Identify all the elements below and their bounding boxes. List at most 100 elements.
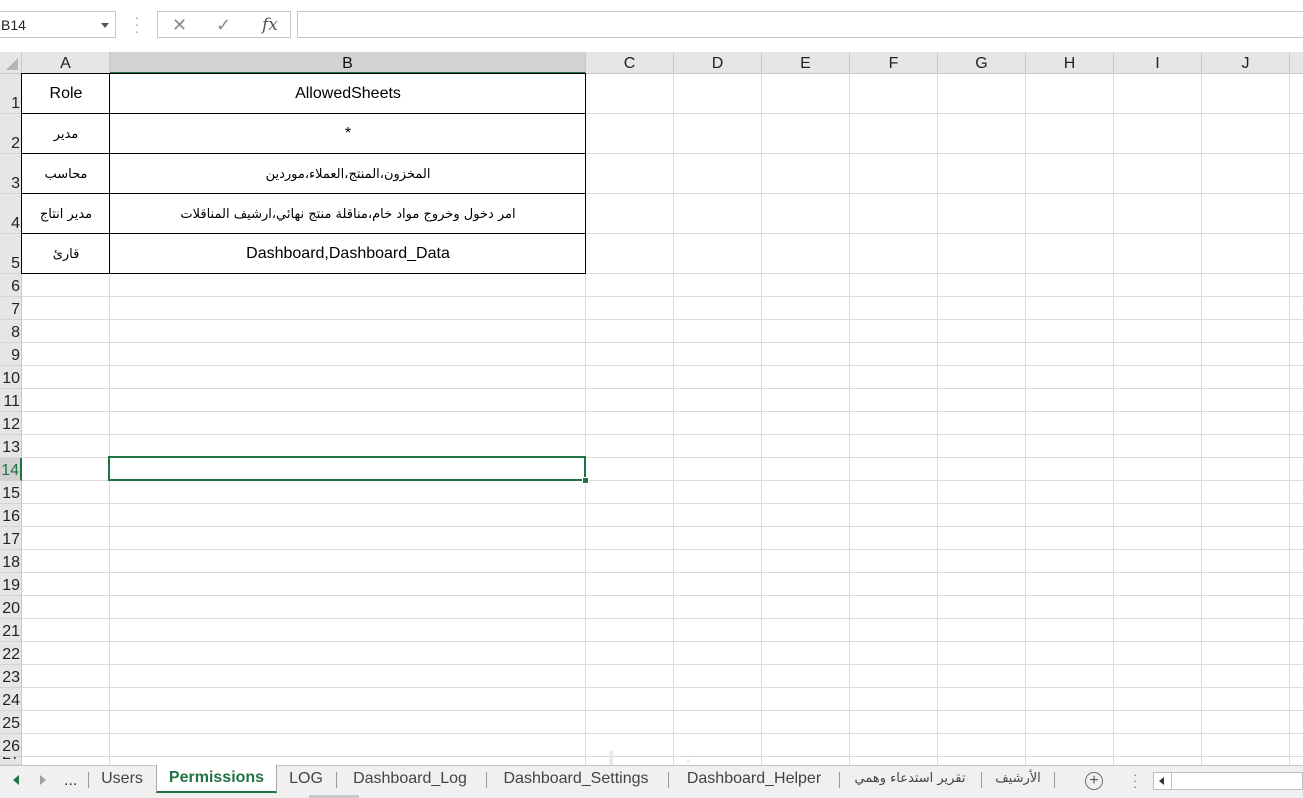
tab-separator (88, 772, 89, 788)
column-header-a[interactable]: A (22, 52, 110, 74)
gridline (22, 572, 1303, 573)
select-all-icon (6, 58, 18, 70)
tab-fake-recall-report[interactable]: تقرير استدعاء وهمي (843, 766, 977, 792)
row-header-27[interactable]: 27 (0, 757, 22, 765)
gridline (22, 618, 1303, 619)
row-header-4[interactable]: 4 (0, 194, 22, 234)
row-header-25[interactable]: 25 (0, 711, 22, 734)
tab-archive[interactable]: الأرشيف (985, 766, 1051, 792)
row-header-9[interactable]: 9 (0, 343, 22, 366)
add-sheet-icon[interactable]: + (1085, 772, 1103, 790)
spreadsheet-grid[interactable]: A B C D E F G H I J 1 2 3 4 5 6 7 8 9 10 11 12 13 14 15 16 17 18 19 2… (0, 52, 1303, 765)
cell-b5[interactable]: Dashboard,Dashboard_Data (110, 234, 586, 274)
column-header-f[interactable]: F (850, 52, 938, 74)
column-header-partial[interactable] (1290, 52, 1303, 74)
row-header-3[interactable]: 3 (0, 154, 22, 194)
gridline (22, 342, 1303, 343)
cell-a4[interactable]: مدير انتاج (22, 194, 110, 234)
tab-permissions[interactable]: Permissions (156, 765, 277, 793)
row-header-24[interactable]: 24 (0, 688, 22, 711)
tab-log[interactable]: LOG (281, 766, 331, 792)
column-header-h[interactable]: H (1026, 52, 1114, 74)
row-header-12[interactable]: 12 (0, 412, 22, 435)
name-box-value: B14 (1, 17, 26, 33)
column-header-b[interactable]: B (110, 52, 586, 74)
column-header-e[interactable]: E (762, 52, 850, 74)
row-header-2[interactable]: 2 (0, 114, 22, 154)
row-header-17[interactable]: 17 (0, 527, 22, 550)
scroll-tabs-left-icon[interactable] (13, 775, 19, 785)
column-header-i[interactable]: I (1114, 52, 1202, 74)
select-all-corner[interactable] (0, 52, 22, 74)
gridline (1201, 74, 1202, 765)
row-header-15[interactable]: 15 (0, 481, 22, 504)
gridline (761, 74, 762, 765)
column-header-j[interactable]: J (1202, 52, 1290, 74)
name-box[interactable]: B14 (0, 11, 116, 38)
cell-a1[interactable]: Role (22, 74, 110, 114)
scroll-tabs-right-icon[interactable] (40, 775, 46, 785)
cell-b2[interactable]: * (110, 114, 586, 154)
tab-dashboard-helper[interactable]: Dashboard_Helper (672, 766, 836, 792)
horizontal-scrollbar[interactable] (1153, 772, 1303, 790)
row-header-16[interactable]: 16 (0, 504, 22, 527)
gridline (22, 549, 1303, 550)
tab-users[interactable]: Users (92, 766, 152, 792)
sheet-tab-bar: ... Users Permissions LOG Dashboard_Log … (0, 765, 1303, 798)
tab-separator (486, 772, 487, 788)
gridline (22, 595, 1303, 596)
row-header-23[interactable]: 23 (0, 665, 22, 688)
fx-icon[interactable]: fx (262, 15, 278, 35)
row-header-22[interactable]: 22 (0, 642, 22, 665)
row-header-21[interactable]: 21 (0, 619, 22, 642)
gridline (22, 388, 1303, 389)
gridline (22, 664, 1303, 665)
column-header-d[interactable]: D (674, 52, 762, 74)
cell-a2[interactable]: مدير (22, 114, 110, 154)
drag-handle-icon[interactable]: · · · (1133, 768, 1137, 793)
row-header-13[interactable]: 13 (0, 435, 22, 458)
row-header-18[interactable]: 18 (0, 550, 22, 573)
row-header-20[interactable]: 20 (0, 596, 22, 619)
cell-b1[interactable]: AllowedSheets (110, 74, 586, 114)
gridline (22, 319, 1303, 320)
gridline (22, 411, 1303, 412)
scroll-left-button[interactable] (1154, 773, 1172, 789)
cell-b3[interactable]: المخزون،المنتج،العملاء،موردين (110, 154, 586, 194)
cancel-x-icon[interactable]: ✕ (172, 15, 187, 36)
row-header-26[interactable]: 26 (0, 734, 22, 757)
tab-separator (336, 772, 337, 788)
row-header-14[interactable]: 14 (0, 458, 22, 481)
row-header-11[interactable]: 11 (0, 389, 22, 412)
gridline (1113, 74, 1114, 765)
more-tabs-ellipsis[interactable]: ... (64, 772, 77, 790)
row-header-8[interactable]: 8 (0, 320, 22, 343)
row-header-19[interactable]: 19 (0, 573, 22, 596)
drag-handle-icon[interactable]: · · · (134, 10, 140, 38)
row-header-10[interactable]: 10 (0, 366, 22, 389)
gridline (849, 74, 850, 765)
column-header-c[interactable]: C (586, 52, 674, 74)
fill-handle[interactable] (582, 477, 589, 484)
row-header-1[interactable]: 1 (0, 74, 22, 114)
row-header-7[interactable]: 7 (0, 297, 22, 320)
gridline (22, 526, 1303, 527)
cell-a5[interactable]: قارئ (22, 234, 110, 274)
column-header-g[interactable]: G (938, 52, 1026, 74)
gridline (937, 74, 938, 765)
chevron-down-icon[interactable] (101, 23, 109, 28)
tab-dashboard-log[interactable]: Dashboard_Log (340, 766, 480, 792)
tab-separator (839, 772, 840, 788)
tab-separator (981, 772, 982, 788)
tab-dashboard-settings[interactable]: Dashboard_Settings (490, 766, 662, 792)
cell-a3[interactable]: محاسب (22, 154, 110, 194)
row-header-6[interactable]: 6 (0, 274, 22, 297)
gridline (22, 687, 1303, 688)
gridline (22, 296, 1303, 297)
enter-check-icon[interactable]: ✓ (216, 15, 231, 36)
gridline (22, 503, 1303, 504)
formula-input[interactable] (297, 11, 1303, 38)
selected-cell[interactable] (108, 456, 586, 481)
row-header-5[interactable]: 5 (0, 234, 22, 274)
cell-b4[interactable]: امر دخول وخروج مواد خام،مناقلة منتج نهائ… (110, 194, 586, 234)
